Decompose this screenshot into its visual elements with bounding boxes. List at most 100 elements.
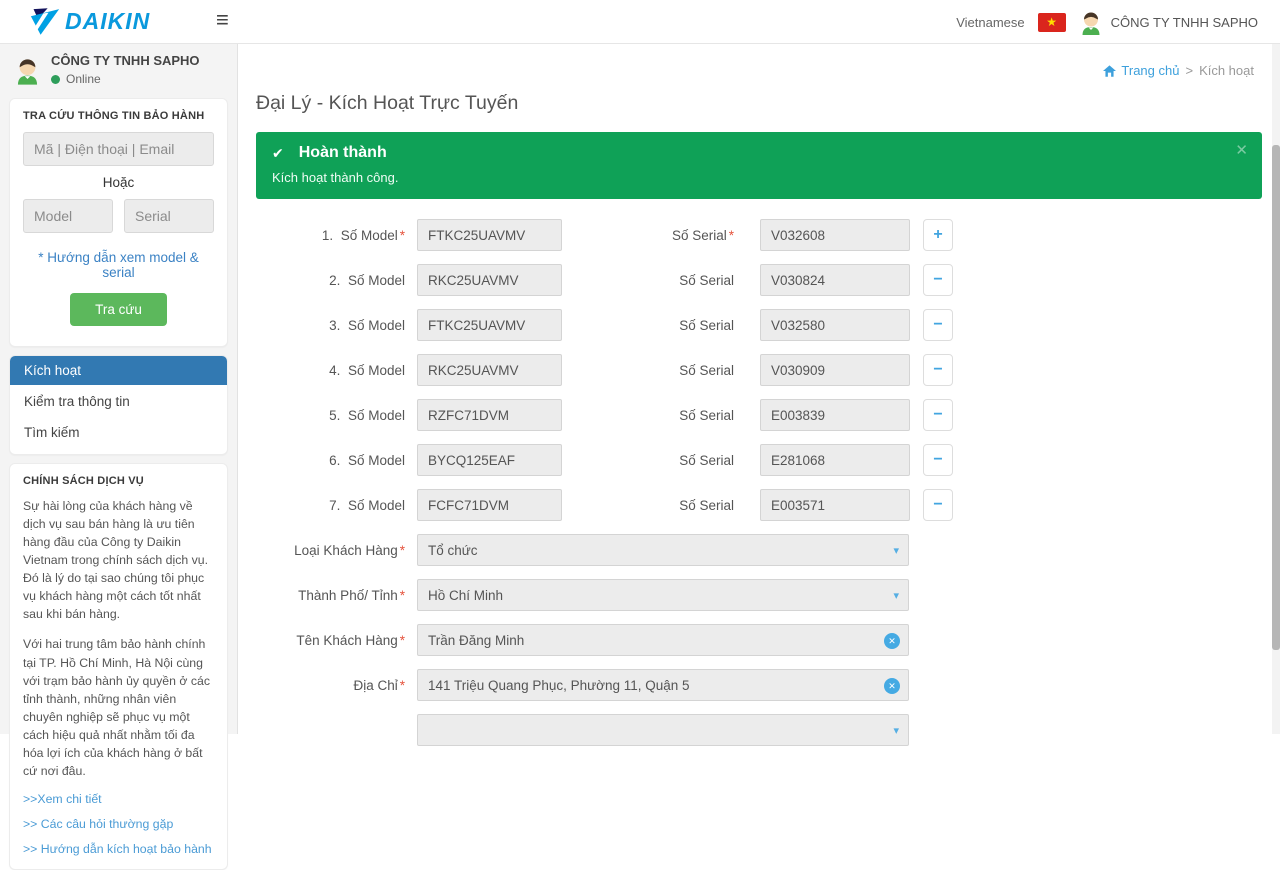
breadcrumb-home-link[interactable]: Trang chủ [1103, 63, 1179, 78]
customer-name-input[interactable]: Trần Đăng Minh ✕ [417, 624, 909, 656]
sidebar-menu: Kích hoạt Kiểm tra thông tin Tìm kiếm [9, 355, 228, 455]
remove-row-button[interactable]: − [923, 399, 953, 431]
sidebar-avatar-icon [14, 55, 41, 85]
remove-row-button[interactable]: − [923, 444, 953, 476]
model-serial-guide-link[interactable]: * Hướng dẫn xem model & serial [23, 250, 214, 280]
model-input[interactable] [417, 219, 562, 251]
sidebar-user-name: CÔNG TY TNHH SAPHO [51, 53, 200, 68]
lookup-serial-input[interactable] [124, 199, 214, 233]
check-icon: ✔ [272, 145, 284, 162]
language-selector[interactable]: Vietnamese [956, 15, 1024, 30]
serial-input[interactable] [760, 444, 910, 476]
serial-input[interactable] [760, 489, 910, 521]
faq-link[interactable]: >> Các câu hỏi thường gặp [23, 817, 214, 831]
breadcrumb: Trang chủ > Kích hoạt [1103, 63, 1254, 78]
district-row: ▾ [256, 714, 1262, 746]
district-select[interactable]: ▾ [417, 714, 909, 746]
model-serial-row: 6. Số Model Số Serial − [256, 444, 1262, 476]
activation-form: 1. Số Model* Số Serial* + 2. Số Model Số… [256, 219, 1262, 746]
sidebar-item-kich-hoat[interactable]: Kích hoạt [10, 356, 227, 385]
model-serial-row: 4. Số Model Số Serial − [256, 354, 1262, 386]
lookup-submit-button[interactable]: Tra cứu [70, 293, 167, 326]
model-serial-row: 7. Số Model Số Serial − [256, 489, 1262, 521]
minus-icon: − [933, 496, 942, 513]
remove-row-button[interactable]: − [923, 309, 953, 341]
alert-message: Kích hoạt thành công. [272, 170, 1246, 185]
activation-guide-link[interactable]: >> Hướng dẫn kích hoạt bảo hành [23, 842, 214, 856]
city-label: Thành Phố/ Tỉnh* [256, 588, 417, 603]
customer-name-row: Tên Khách Hàng* Trần Đăng Minh ✕ [256, 624, 1262, 656]
minus-icon: − [933, 406, 942, 423]
serial-label: Số Serial* [562, 228, 760, 243]
clear-icon[interactable]: ✕ [884, 678, 900, 694]
flag-star: ★ [1046, 15, 1057, 29]
lookup-model-input[interactable] [23, 199, 113, 233]
plus-icon: + [933, 226, 942, 243]
customer-type-row: Loại Khách Hàng* Tổ chức ▾ [256, 534, 1262, 566]
model-input[interactable] [417, 489, 562, 521]
remove-row-button[interactable]: − [923, 354, 953, 386]
online-status-dot [51, 75, 60, 84]
vertical-scrollbar-thumb[interactable] [1272, 145, 1280, 650]
sidebar-item-kiem-tra-thong-tin[interactable]: Kiểm tra thông tin [10, 387, 227, 416]
success-alert: ✔ Hoàn thành Kích hoạt thành công. ✕ [256, 132, 1262, 199]
lookup-keyword-input[interactable] [23, 132, 214, 166]
model-label: 6. Số Model [256, 453, 417, 468]
top-navbar: DAIKIN ≡ Vietnamese ★ CÔNG TY TNHH SAPHO [0, 0, 1280, 44]
alert-close-icon[interactable]: ✕ [1235, 141, 1248, 159]
model-label: 5. Số Model [256, 408, 417, 423]
lookup-heading: TRA CỨU THÔNG TIN BẢO HÀNH [23, 110, 214, 122]
model-input[interactable] [417, 264, 562, 296]
model-label: 7. Số Model [256, 498, 417, 513]
chevron-down-icon: ▾ [893, 589, 899, 602]
warranty-lookup-card: TRA CỨU THÔNG TIN BẢO HÀNH Hoặc * Hướng … [9, 98, 228, 347]
address-row: Địa Chỉ* 141 Triệu Quang Phục, Phường 11… [256, 669, 1262, 701]
minus-icon: − [933, 271, 942, 288]
serial-input[interactable] [760, 264, 910, 296]
policy-detail-link[interactable]: >>Xem chi tiết [23, 792, 214, 806]
breadcrumb-current: Kích hoạt [1199, 63, 1254, 78]
address-label: Địa Chỉ* [256, 678, 417, 693]
model-input[interactable] [417, 309, 562, 341]
main-content: Trang chủ > Kích hoạt Đại Lý - Kích Hoạt… [238, 44, 1272, 734]
serial-label: Số Serial [562, 273, 760, 288]
model-serial-row: 2. Số Model Số Serial − [256, 264, 1262, 296]
chevron-down-icon: ▾ [893, 724, 899, 737]
vertical-scrollbar-track[interactable] [1272, 44, 1280, 734]
model-input[interactable] [417, 354, 562, 386]
serial-input[interactable] [760, 354, 910, 386]
service-policy-card: CHÍNH SÁCH DỊCH VỤ Sự hài lòng của khách… [9, 463, 228, 870]
daikin-logo[interactable]: DAIKIN [30, 8, 150, 35]
online-status-label: Online [66, 72, 101, 86]
serial-label: Số Serial [562, 453, 760, 468]
chevron-down-icon: ▾ [893, 544, 899, 557]
user-avatar-icon [1079, 9, 1103, 35]
add-row-button[interactable]: + [923, 219, 953, 251]
header-user-name: CÔNG TY TNHH SAPHO [1111, 15, 1258, 30]
model-serial-row: 1. Số Model* Số Serial* + [256, 219, 1262, 251]
sidebar-toggle-icon[interactable]: ≡ [216, 7, 229, 33]
serial-input[interactable] [760, 399, 910, 431]
header-user-menu[interactable]: CÔNG TY TNHH SAPHO [1079, 9, 1258, 35]
clear-icon[interactable]: ✕ [884, 633, 900, 649]
minus-icon: − [933, 451, 942, 468]
serial-label: Số Serial [562, 498, 760, 513]
remove-row-button[interactable]: − [923, 489, 953, 521]
sidebar-user-panel: CÔNG TY TNHH SAPHO Online [0, 44, 237, 94]
city-select[interactable]: Hồ Chí Minh ▾ [417, 579, 909, 611]
policy-heading: CHÍNH SÁCH DỊCH VỤ [23, 475, 214, 487]
model-serial-row: 5. Số Model Số Serial − [256, 399, 1262, 431]
customer-type-select[interactable]: Tổ chức ▾ [417, 534, 909, 566]
minus-icon: − [933, 316, 942, 333]
model-input[interactable] [417, 399, 562, 431]
vietnam-flag-icon[interactable]: ★ [1038, 13, 1066, 32]
policy-paragraph: Với hai trung tâm bảo hành chính tại TP.… [23, 635, 214, 780]
model-input[interactable] [417, 444, 562, 476]
daikin-logo-icon [30, 8, 60, 35]
serial-input[interactable] [760, 309, 910, 341]
serial-input[interactable] [760, 219, 910, 251]
customer-name-label: Tên Khách Hàng* [256, 633, 417, 648]
address-input[interactable]: 141 Triệu Quang Phục, Phường 11, Quận 5 … [417, 669, 909, 701]
remove-row-button[interactable]: − [923, 264, 953, 296]
sidebar-item-tim-kiem[interactable]: Tìm kiếm [10, 418, 227, 447]
